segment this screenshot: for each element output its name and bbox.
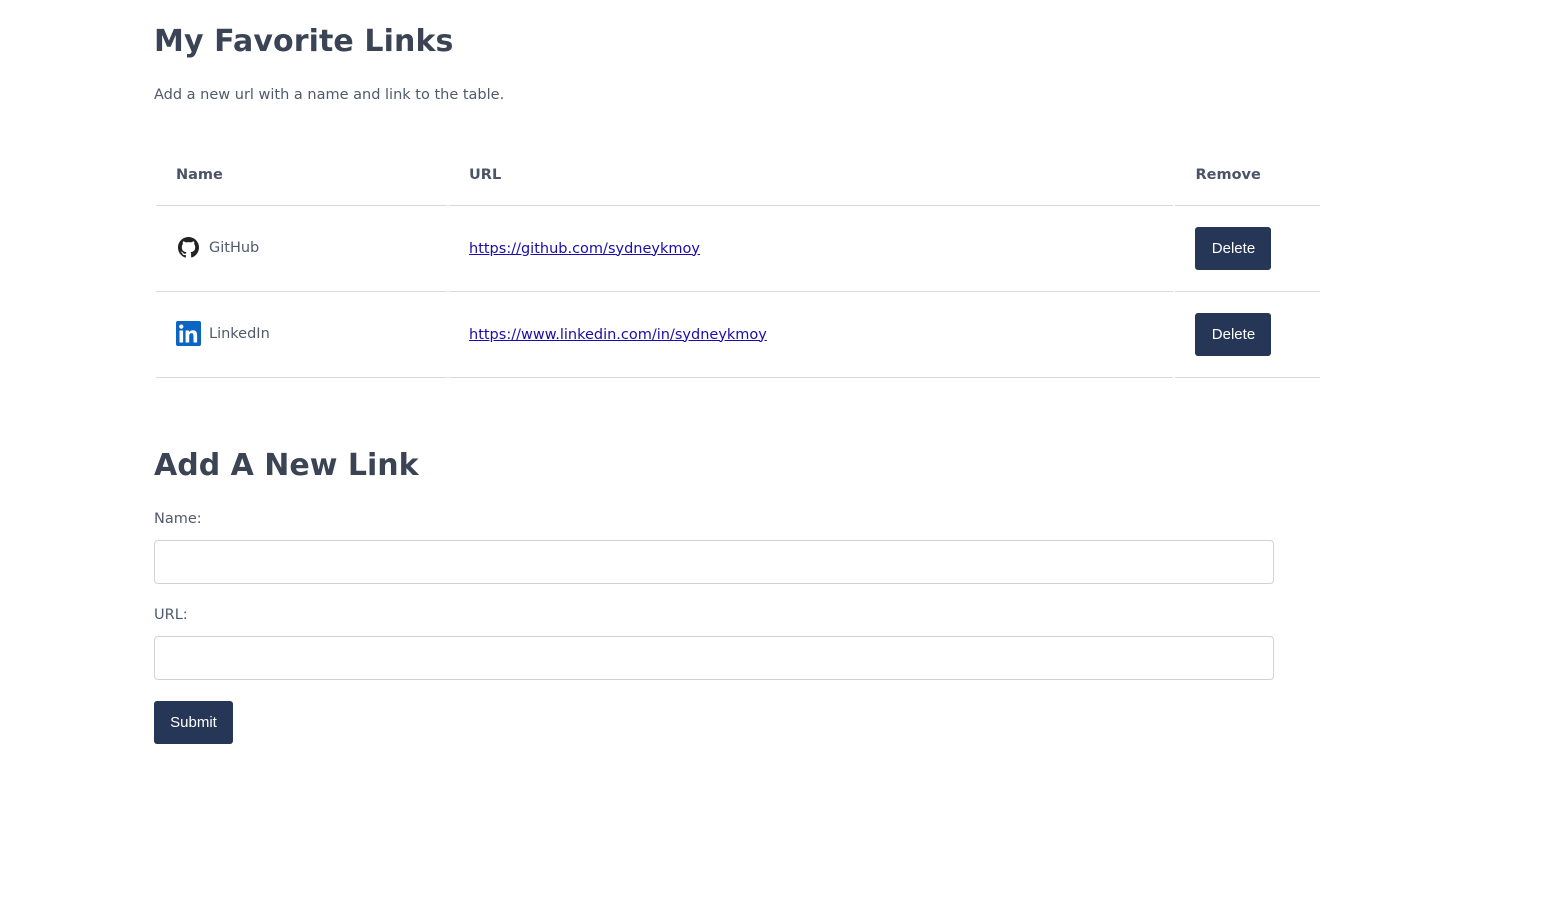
link-name: LinkedIn xyxy=(209,325,270,342)
name-input[interactable] xyxy=(154,540,1274,584)
url-field-label: URL: xyxy=(154,607,188,623)
url-cell: https://www.linkedin.com/in/sydneykmoy xyxy=(449,292,1174,378)
column-header-remove: Remove xyxy=(1175,145,1320,206)
column-header-name: Name xyxy=(156,145,447,206)
table-header-row: Name URL Remove xyxy=(156,145,1320,206)
delete-button[interactable]: Delete xyxy=(1195,227,1272,270)
url-input[interactable] xyxy=(154,636,1274,680)
linkedin-icon xyxy=(176,321,201,346)
url-link[interactable]: https://www.linkedin.com/in/sydneykmoy xyxy=(469,327,767,343)
github-icon xyxy=(176,235,201,260)
delete-button[interactable]: Delete xyxy=(1195,313,1272,356)
page-subtitle: Add a new url with a name and link to th… xyxy=(154,87,505,103)
links-table: Name URL Remove GitHub https://github.co… xyxy=(154,145,1322,378)
name-cell: LinkedIn xyxy=(156,292,447,378)
remove-cell: Delete xyxy=(1175,292,1320,378)
name-cell: GitHub xyxy=(156,206,447,292)
remove-cell: Delete xyxy=(1175,206,1320,292)
submit-button[interactable]: Submit xyxy=(154,701,233,744)
table-row: LinkedIn https://www.linkedin.com/in/syd… xyxy=(156,292,1320,378)
url-link[interactable]: https://github.com/sydneykmoy xyxy=(469,241,700,257)
add-link-title: Add A New Link xyxy=(154,448,419,483)
url-cell: https://github.com/sydneykmoy xyxy=(449,206,1174,292)
table-row: GitHub https://github.com/sydneykmoy Del… xyxy=(156,206,1320,292)
page-title: My Favorite Links xyxy=(154,24,454,59)
column-header-url: URL xyxy=(449,145,1174,206)
page: My Favorite Links Add a new url with a n… xyxy=(0,0,1545,924)
link-name: GitHub xyxy=(209,239,260,256)
name-field-label: Name: xyxy=(154,511,202,527)
